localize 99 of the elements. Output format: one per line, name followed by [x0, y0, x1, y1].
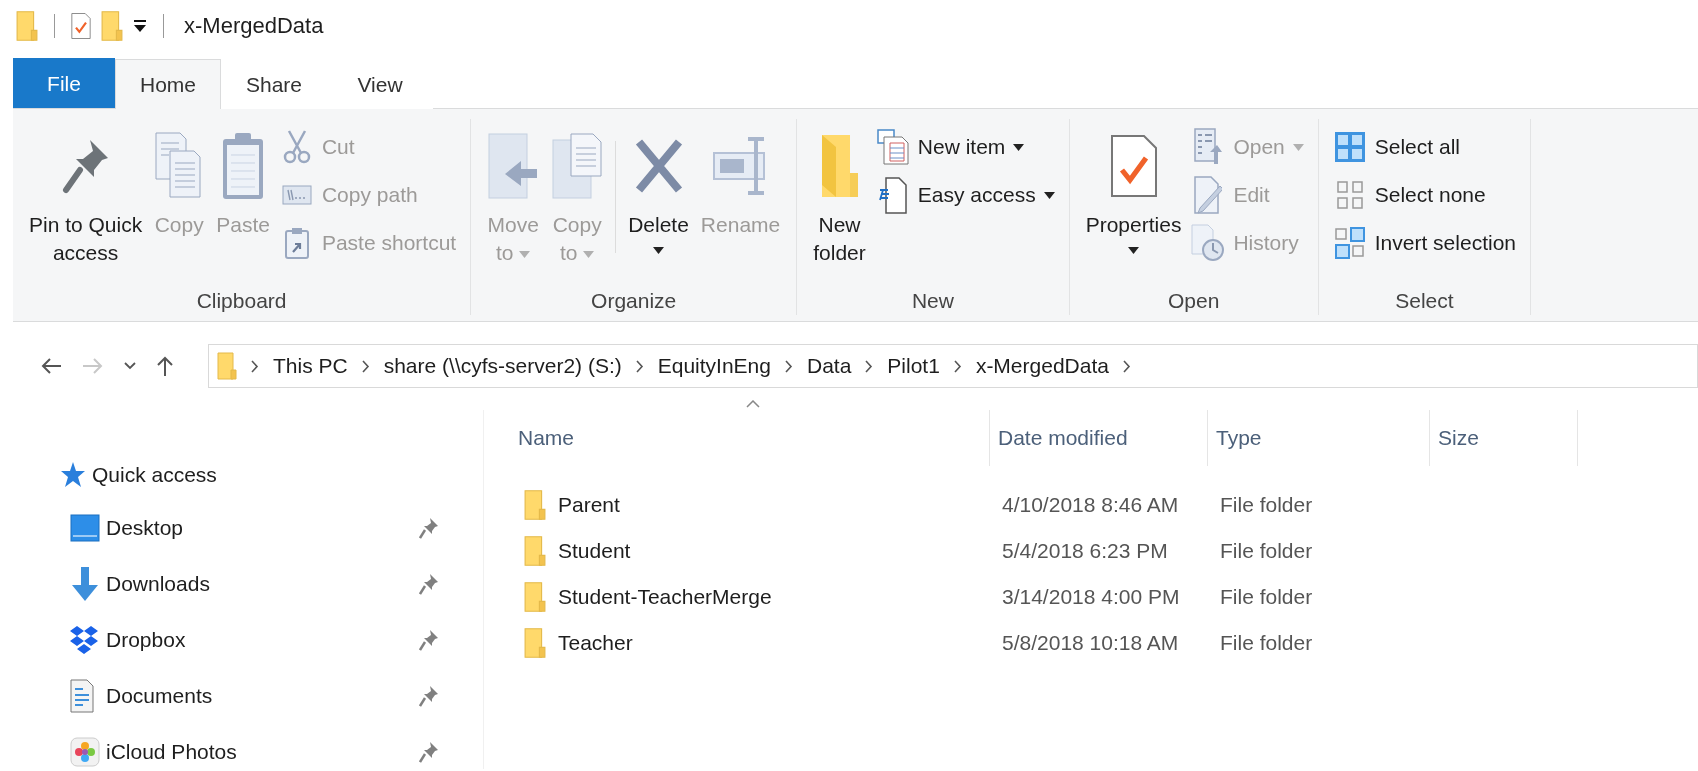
nav-item[interactable]: Desktop [106, 516, 419, 540]
column-header[interactable]: Size [1430, 425, 1485, 451]
clipboard-icon [221, 131, 266, 201]
file-name[interactable]: Student-TeacherMerge [558, 585, 772, 609]
breadcrumb[interactable]: Data [807, 354, 852, 378]
file-name[interactable]: Teacher [558, 631, 633, 655]
chevron-icon [953, 359, 962, 373]
date-modified: 4/10/2018 8:46 AM [1002, 493, 1179, 517]
close-icon [633, 139, 684, 193]
caret-icon [1013, 143, 1025, 151]
breadcrumb[interactable]: This PC [273, 354, 348, 378]
folder-icon [16, 8, 38, 44]
open-icon [1194, 128, 1223, 166]
folder-icon [524, 489, 546, 521]
date-modified: 5/4/2018 6:23 PM [1002, 539, 1168, 563]
folder-icon [101, 8, 123, 44]
column-header[interactable]: Name [510, 425, 581, 451]
group-label: Clipboard [195, 289, 288, 314]
nav-item[interactable]: Dropbox [106, 628, 419, 652]
folder-icon [524, 627, 546, 659]
path-icon [281, 185, 312, 205]
file-type: File folder [1220, 585, 1313, 609]
column-header[interactable]: Type [1208, 425, 1268, 451]
breadcrumb[interactable]: share (\\cyfs-server2) (S:) [383, 354, 622, 378]
document-icon [70, 679, 94, 713]
caret-icon [653, 247, 664, 254]
nav-item[interactable]: Downloads [106, 572, 419, 596]
file-type: File folder [1220, 493, 1313, 517]
properties-icon [71, 11, 91, 41]
caret-icon [519, 250, 531, 258]
scissors-icon [282, 130, 311, 164]
caret-icon [1292, 143, 1304, 151]
file-menu-tab[interactable]: File [13, 58, 115, 108]
chevron-icon [1122, 359, 1131, 373]
caret-icon [124, 362, 136, 370]
back-arrow-icon [40, 357, 62, 375]
date-modified: 3/14/2018 4:00 PM [1002, 585, 1180, 609]
invert-selection-icon [1333, 226, 1366, 260]
pin-icon [419, 629, 439, 651]
file-type: File folder [1220, 631, 1313, 655]
ribbon-button[interactable]: Easy access [871, 171, 1059, 219]
chevron-icon [361, 359, 370, 373]
ribbon-button[interactable]: New folder [807, 119, 872, 267]
select-none-icon [1335, 180, 1364, 210]
group-label: Organize [590, 289, 678, 314]
forward-arrow-icon [82, 357, 104, 375]
pin-icon [419, 741, 439, 763]
caret-icon [583, 250, 595, 258]
ribbon-button[interactable]: Select none [1328, 171, 1520, 219]
move-icon [487, 132, 540, 200]
chevron-icon [635, 359, 644, 373]
dropbox-icon [70, 625, 98, 655]
up-arrow-icon [156, 355, 174, 377]
ribbon-button[interactable]: Pin to Quick access [23, 119, 149, 267]
window-title: x-MergedData [184, 13, 324, 39]
edit-icon [1194, 176, 1223, 214]
column-header[interactable]: Date modified [990, 425, 1134, 451]
breadcrumb[interactable]: Pilot1 [887, 354, 940, 378]
nav-item[interactable]: Quick access [92, 463, 439, 487]
ribbon-tab[interactable]: Home [115, 59, 221, 109]
breadcrumb[interactable]: x-MergedData [975, 354, 1109, 378]
ribbon-button[interactable]: Invert selection [1328, 219, 1520, 267]
photos-icon [70, 737, 100, 767]
customize-icon[interactable] [133, 19, 147, 33]
group-label: Open [1167, 289, 1221, 314]
select-all-icon [1333, 131, 1366, 163]
chevron-icon [865, 359, 874, 373]
breadcrumb[interactable]: EquityInEng [657, 354, 771, 378]
pin-icon [419, 573, 439, 595]
folder-icon [819, 133, 860, 199]
new-item-icon [876, 129, 909, 165]
folder-icon [524, 535, 546, 567]
date-modified: 5/8/2018 10:18 AM [1002, 631, 1179, 655]
chevron-icon [785, 359, 793, 373]
nav-item[interactable]: iCloud Photos [106, 740, 419, 764]
caret-icon [1043, 191, 1055, 199]
file-name[interactable]: Student [558, 539, 631, 563]
pin-icon [419, 685, 439, 707]
nav-item[interactable]: Documents [106, 684, 419, 708]
chevron-icon [251, 359, 259, 373]
copy-to-icon [551, 132, 604, 200]
folder-icon [217, 351, 237, 381]
shortcut-icon [284, 227, 309, 259]
file-type: File folder [1220, 539, 1313, 563]
download-arrow-icon [70, 566, 100, 602]
group-label: New [910, 289, 955, 314]
history-icon [1191, 224, 1226, 262]
ribbon-button[interactable]: Select all [1328, 123, 1520, 171]
desktop-icon [70, 514, 100, 542]
ribbon-button[interactable]: New item [871, 123, 1059, 171]
easy-access-icon [878, 176, 907, 214]
group-label: Select [1394, 289, 1455, 314]
ribbon-button[interactable]: Properties [1079, 119, 1188, 254]
file-name[interactable]: Parent [558, 493, 620, 517]
pin-icon [419, 517, 439, 539]
address-field[interactable]: This PC share (\\cyfs-server2) (S:) EquityInEng Data Pilot1 x-MergedData [208, 344, 1698, 388]
caret-icon [1128, 247, 1140, 254]
folder-icon [524, 581, 546, 613]
ribbon-button[interactable]: Delete [622, 119, 695, 254]
